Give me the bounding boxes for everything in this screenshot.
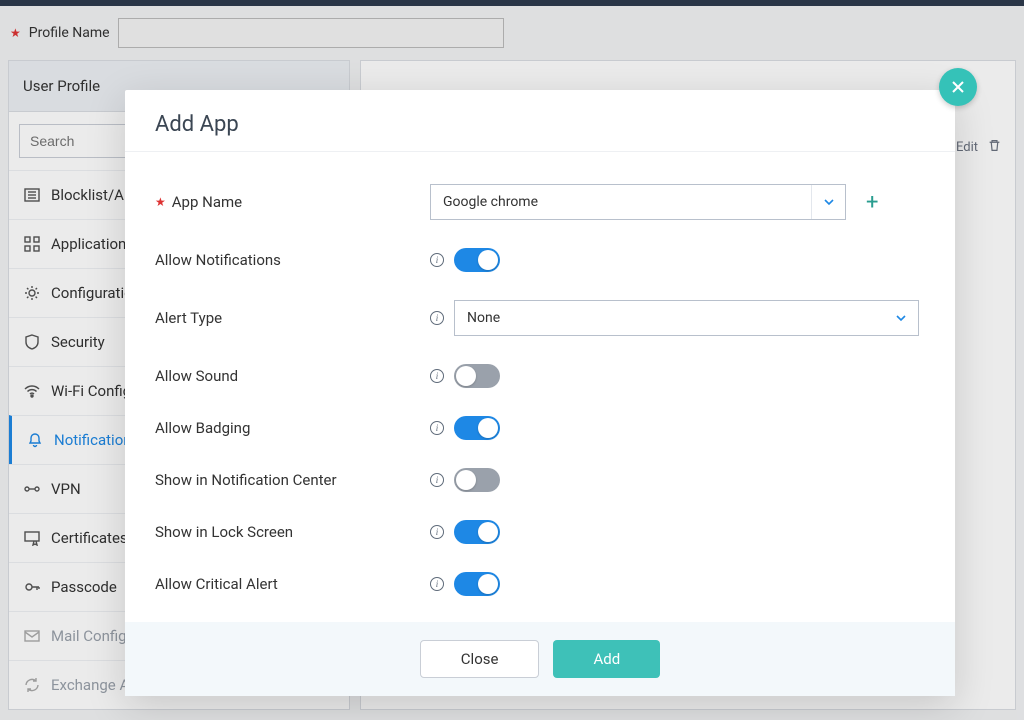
info-icon[interactable]: i xyxy=(430,421,444,435)
alert-type-value: None xyxy=(467,310,500,326)
app-name-row: ★ App Name Google chrome + xyxy=(155,170,925,234)
allow-sound-toggle[interactable] xyxy=(454,364,500,388)
show-in-lock-toggle[interactable] xyxy=(454,520,500,544)
app-name-value: Google chrome xyxy=(443,194,538,210)
alert-type-label: Alert Type xyxy=(155,309,222,327)
allow-sound-label: Allow Sound xyxy=(155,367,238,385)
info-icon[interactable]: i xyxy=(430,473,444,487)
allow-critical-row: Allow Critical Alert i xyxy=(155,558,925,610)
show-in-nc-row: Show in Notification Center i xyxy=(155,454,925,506)
allow-badging-label: Allow Badging xyxy=(155,419,250,437)
add-app-plus-button[interactable]: + xyxy=(866,190,878,215)
add-button[interactable]: Add xyxy=(553,640,660,678)
allow-notifications-label: Allow Notifications xyxy=(155,251,281,269)
info-icon[interactable]: i xyxy=(430,577,444,591)
required-star-icon: ★ xyxy=(155,195,166,209)
allow-notifications-toggle[interactable] xyxy=(454,248,500,272)
allow-sound-row: Allow Sound i xyxy=(155,350,925,402)
info-icon[interactable]: i xyxy=(430,525,444,539)
show-in-lock-row: Show in Lock Screen i xyxy=(155,506,925,558)
alert-type-row: Alert Type i None xyxy=(155,286,925,350)
modal-title: Add App xyxy=(125,90,955,152)
allow-badging-toggle[interactable] xyxy=(454,416,500,440)
chevron-down-icon xyxy=(811,185,845,219)
allow-notifications-row: Allow Notifications i xyxy=(155,234,925,286)
show-in-nc-label: Show in Notification Center xyxy=(155,471,337,489)
app-name-select[interactable]: Google chrome xyxy=(430,184,846,220)
allow-critical-toggle[interactable] xyxy=(454,572,500,596)
add-app-modal: Add App ★ App Name Google chrome + Allow… xyxy=(125,90,955,696)
show-in-lock-label: Show in Lock Screen xyxy=(155,523,293,541)
alert-type-select[interactable]: None xyxy=(454,300,919,336)
app-name-label: App Name xyxy=(172,193,242,211)
modal-footer: Close Add xyxy=(125,622,955,696)
show-in-nc-toggle[interactable] xyxy=(454,468,500,492)
close-button[interactable]: Close xyxy=(420,640,540,678)
chevron-down-icon xyxy=(884,301,918,335)
allow-badging-row: Allow Badging i xyxy=(155,402,925,454)
close-icon[interactable] xyxy=(939,68,977,106)
allow-critical-label: Allow Critical Alert xyxy=(155,575,278,593)
info-icon[interactable]: i xyxy=(430,369,444,383)
info-icon[interactable]: i xyxy=(430,253,444,267)
info-icon[interactable]: i xyxy=(430,311,444,325)
